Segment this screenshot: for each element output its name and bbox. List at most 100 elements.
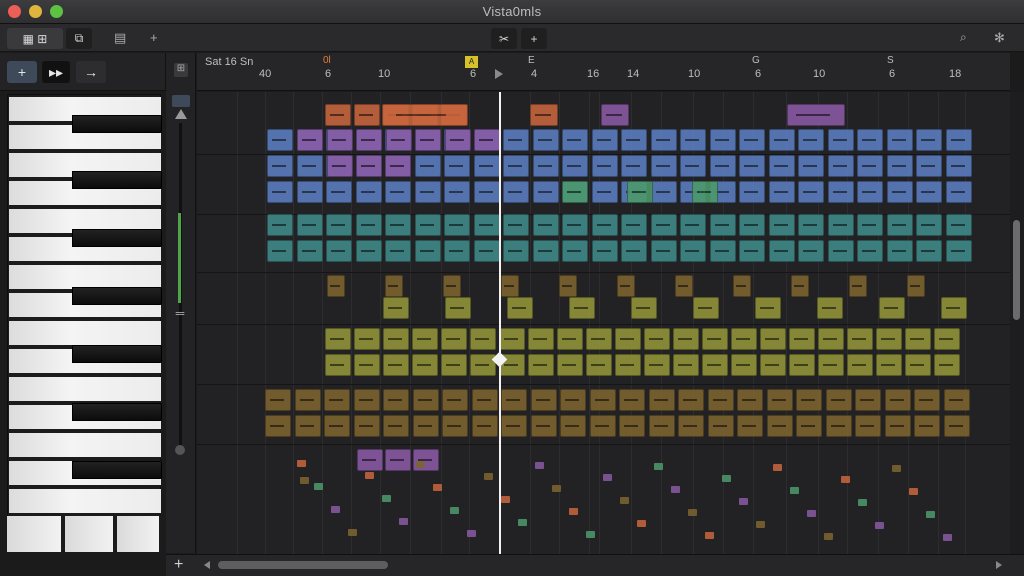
- midi-note[interactable]: [879, 297, 905, 319]
- midi-note[interactable]: [675, 275, 693, 297]
- midi-note[interactable]: [325, 104, 351, 126]
- midi-note[interactable]: [617, 275, 635, 297]
- drum-hit[interactable]: [909, 488, 918, 495]
- midi-note[interactable]: [916, 155, 942, 177]
- midi-note[interactable]: [798, 155, 824, 177]
- drum-hit[interactable]: [637, 520, 646, 527]
- midi-note[interactable]: [905, 328, 931, 350]
- midi-note[interactable]: [755, 297, 781, 319]
- midi-note[interactable]: [692, 181, 718, 203]
- midi-note[interactable]: [739, 214, 765, 236]
- midi-note[interactable]: [265, 415, 291, 437]
- drum-hit[interactable]: [518, 519, 527, 526]
- drum-hit[interactable]: [484, 473, 493, 480]
- midi-note[interactable]: [441, 328, 467, 350]
- drum-hit[interactable]: [722, 475, 731, 482]
- midi-note[interactable]: [443, 275, 461, 297]
- midi-note[interactable]: [615, 328, 641, 350]
- drum-hit[interactable]: [348, 529, 357, 536]
- drum-hit[interactable]: [450, 507, 459, 514]
- pointer-mode-button[interactable]: +: [7, 61, 37, 83]
- midi-note[interactable]: [651, 240, 677, 262]
- white-key[interactable]: [117, 516, 161, 552]
- midi-note[interactable]: [530, 104, 558, 126]
- midi-note[interactable]: [826, 389, 852, 411]
- vertical-scroll-thumb[interactable]: [1013, 220, 1020, 320]
- midi-note[interactable]: [562, 181, 588, 203]
- midi-note[interactable]: [267, 181, 293, 203]
- midi-note[interactable]: [767, 389, 793, 411]
- midi-note[interactable]: [760, 328, 786, 350]
- midi-note[interactable]: [325, 354, 351, 376]
- midi-note[interactable]: [739, 240, 765, 262]
- midi-note[interactable]: [651, 155, 677, 177]
- midi-note[interactable]: [385, 275, 403, 297]
- midi-note[interactable]: [267, 240, 293, 262]
- slider-knob[interactable]: [175, 445, 185, 455]
- midi-note[interactable]: [415, 240, 441, 262]
- midi-note[interactable]: [828, 129, 854, 151]
- midi-note[interactable]: [383, 297, 409, 319]
- midi-note[interactable]: [356, 129, 382, 151]
- timeline-ruler[interactable]: Sat 16 Sn 0l A E G S 40 6 10 6 4 16 14 1…: [197, 53, 1010, 91]
- midi-note[interactable]: [769, 181, 795, 203]
- midi-note[interactable]: [560, 389, 586, 411]
- keyboard-icon[interactable]: ⊞: [174, 63, 188, 77]
- midi-note[interactable]: [415, 181, 441, 203]
- piano-keyboard[interactable]: [7, 94, 162, 552]
- midi-note[interactable]: [327, 155, 353, 177]
- midi-note[interactable]: [354, 104, 380, 126]
- midi-note[interactable]: [503, 129, 529, 151]
- midi-note[interactable]: [383, 389, 409, 411]
- midi-note[interactable]: [847, 328, 873, 350]
- midi-note[interactable]: [503, 155, 529, 177]
- midi-note[interactable]: [680, 240, 706, 262]
- drum-hit[interactable]: [416, 461, 425, 468]
- midi-note[interactable]: [295, 389, 321, 411]
- midi-note[interactable]: [887, 181, 913, 203]
- midi-note[interactable]: [733, 275, 751, 297]
- add-icon[interactable]: +: [174, 556, 183, 574]
- midi-note[interactable]: [828, 155, 854, 177]
- black-key[interactable]: [72, 345, 162, 363]
- midi-note[interactable]: [621, 214, 647, 236]
- midi-note[interactable]: [787, 104, 845, 126]
- midi-note[interactable]: [297, 129, 323, 151]
- midi-note[interactable]: [324, 415, 350, 437]
- midi-note[interactable]: [944, 389, 970, 411]
- midi-note[interactable]: [651, 129, 677, 151]
- midi-note[interactable]: [354, 328, 380, 350]
- midi-note[interactable]: [680, 214, 706, 236]
- horizontal-scrollbar[interactable]: +: [166, 554, 1024, 576]
- midi-note[interactable]: [621, 155, 647, 177]
- drum-hit[interactable]: [773, 464, 782, 471]
- drum-hit[interactable]: [314, 483, 323, 490]
- midi-note[interactable]: [791, 275, 809, 297]
- midi-note[interactable]: [941, 297, 967, 319]
- midi-note[interactable]: [499, 328, 525, 350]
- midi-note[interactable]: [855, 415, 881, 437]
- midi-note[interactable]: [946, 155, 972, 177]
- drum-hit[interactable]: [824, 533, 833, 540]
- midi-note[interactable]: [507, 297, 533, 319]
- midi-note[interactable]: [445, 129, 471, 151]
- white-key[interactable]: [7, 516, 63, 552]
- midi-note[interactable]: [857, 155, 883, 177]
- midi-note[interactable]: [442, 415, 468, 437]
- midi-note[interactable]: [796, 389, 822, 411]
- midi-note[interactable]: [297, 240, 323, 262]
- midi-note[interactable]: [673, 354, 699, 376]
- drum-hit[interactable]: [943, 534, 952, 541]
- midi-note[interactable]: [916, 129, 942, 151]
- midi-note[interactable]: [649, 389, 675, 411]
- white-key[interactable]: [9, 489, 161, 515]
- midi-note[interactable]: [798, 214, 824, 236]
- midi-note[interactable]: [710, 214, 736, 236]
- midi-note[interactable]: [767, 415, 793, 437]
- midi-note[interactable]: [297, 181, 323, 203]
- midi-note[interactable]: [297, 214, 323, 236]
- midi-note[interactable]: [445, 297, 471, 319]
- midi-note[interactable]: [386, 129, 412, 151]
- midi-note[interactable]: [914, 389, 940, 411]
- settings-icon[interactable]: ✻: [994, 30, 1005, 46]
